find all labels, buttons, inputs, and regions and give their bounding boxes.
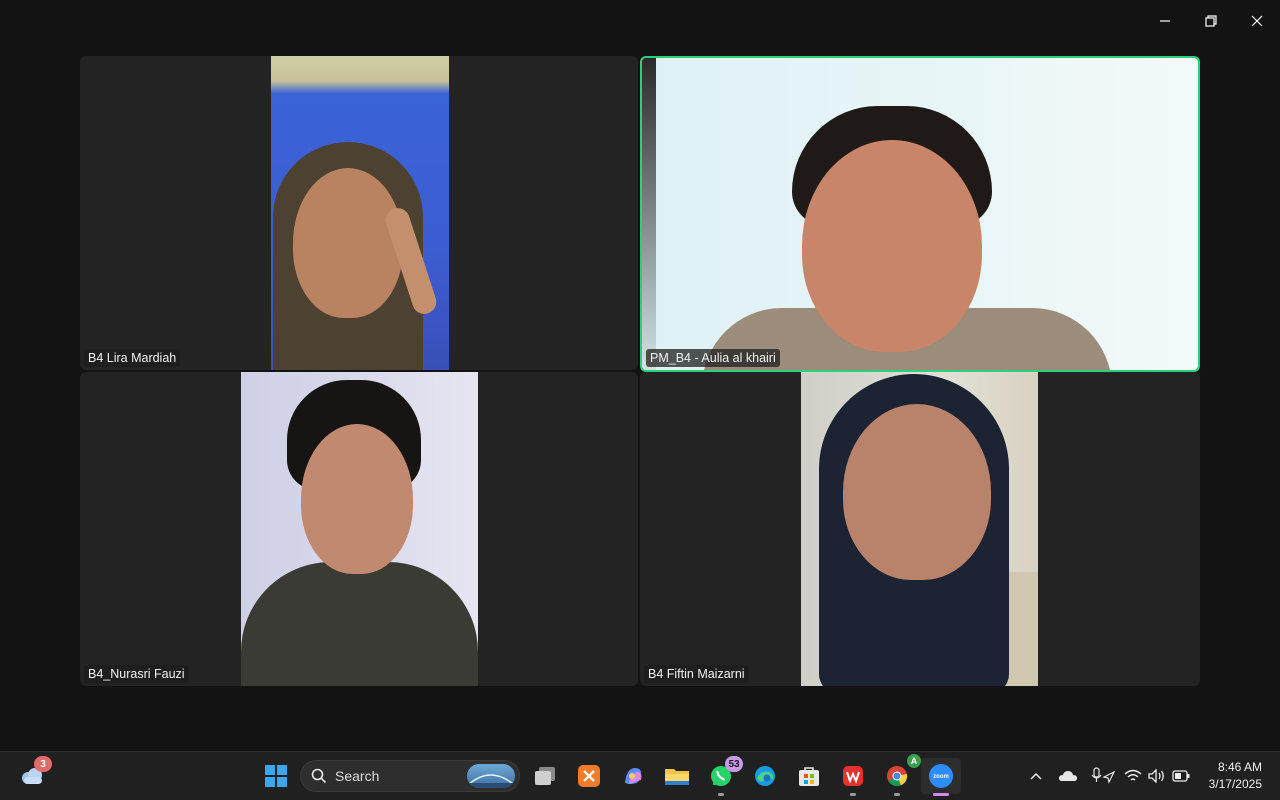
edge-app[interactable]: [747, 758, 783, 794]
chrome-app[interactable]: A: [879, 754, 921, 796]
battery-tray[interactable]: [1171, 766, 1191, 786]
show-hidden-icons-button[interactable]: [1026, 766, 1046, 786]
running-indicator: [933, 793, 949, 796]
copilot-app[interactable]: [615, 758, 651, 794]
participant-video: [241, 372, 478, 686]
zoom-app[interactable]: zoom: [921, 758, 961, 796]
wifi-tray[interactable]: [1123, 766, 1143, 786]
weather-notification-badge: 3: [34, 756, 52, 772]
folder-icon: [665, 769, 689, 785]
restore-button[interactable]: [1188, 0, 1234, 42]
clock-date: 3/17/2025: [1208, 777, 1262, 791]
close-button[interactable]: [1234, 0, 1280, 42]
participant-name: B4_Nurasri Fauzi: [84, 665, 189, 683]
whatsapp-unread-badge: 53: [725, 756, 743, 772]
microphone-location-tray[interactable]: [1090, 766, 1116, 786]
participant-video: [801, 372, 1038, 686]
wps-office-icon: [843, 766, 863, 786]
volume-icon: [1148, 769, 1164, 783]
taskbar-search-box[interactable]: Search: [300, 760, 520, 792]
participant-tile-nurasri-fauzi[interactable]: B4_Nurasri Fauzi: [80, 372, 638, 686]
participant-video: [642, 58, 1198, 370]
participant-name: PM_B4 - Aulia al khairi: [646, 349, 780, 367]
onedrive-tray[interactable]: [1058, 766, 1078, 786]
xampp-icon: [578, 765, 600, 787]
close-icon: [1251, 15, 1263, 27]
store-icon: [799, 767, 819, 786]
clock-time: 8:46 AM: [1217, 760, 1262, 774]
task-view-icon: [535, 767, 555, 785]
participant-video: [271, 56, 449, 370]
chevron-up-icon: [1030, 772, 1042, 780]
chrome-icon: [887, 766, 908, 787]
participant-name: B4 Lira Mardiah: [84, 349, 181, 367]
windows-logo-icon: [265, 765, 287, 787]
edge-icon: [755, 766, 775, 786]
search-highlight-image: [467, 764, 515, 788]
volume-tray[interactable]: [1147, 766, 1167, 786]
running-indicator: [718, 793, 724, 796]
wifi-icon: [1124, 769, 1142, 781]
participant-tile-aulia-al-khairi[interactable]: PM_B4 - Aulia al khairi: [640, 56, 1200, 372]
whatsapp-app[interactable]: 53: [703, 756, 743, 796]
zoom-icon-label: zoom: [933, 774, 949, 780]
search-placeholder: Search: [335, 768, 380, 784]
search-icon: [311, 768, 327, 784]
minimize-button[interactable]: [1142, 0, 1188, 42]
onedrive-cloud-icon: [1059, 771, 1077, 781]
copilot-icon: [625, 768, 642, 784]
wps-office-app[interactable]: [835, 758, 871, 796]
running-indicator: [894, 793, 900, 796]
battery-icon: [1172, 770, 1190, 782]
taskbar: 3 Search 53 A zoom 8:46 AM 3/17/2025: [0, 751, 1280, 800]
xampp-app[interactable]: [571, 758, 607, 794]
video-gallery: B4 Lira Mardiah PM_B4 - Aulia al khairi …: [80, 56, 1200, 686]
participant-tile-lira-mardiah[interactable]: B4 Lira Mardiah: [80, 56, 638, 370]
task-view-button[interactable]: [527, 758, 563, 794]
chrome-profile-badge: A: [907, 754, 921, 768]
file-explorer-app[interactable]: [659, 758, 695, 794]
start-button[interactable]: [258, 758, 294, 794]
weather-widget[interactable]: 3: [14, 756, 52, 794]
microphone-location-icon: [1091, 767, 1116, 784]
participant-tile-fiftin-maizarni[interactable]: B4 Fiftin Maizarni: [640, 372, 1200, 686]
participant-name: B4 Fiftin Maizarni: [644, 665, 749, 683]
restore-icon: [1205, 15, 1217, 27]
minimize-icon: [1160, 20, 1170, 22]
system-clock[interactable]: 8:46 AM 3/17/2025: [1209, 759, 1262, 793]
running-indicator: [850, 793, 856, 796]
microsoft-store-app[interactable]: [791, 758, 827, 794]
